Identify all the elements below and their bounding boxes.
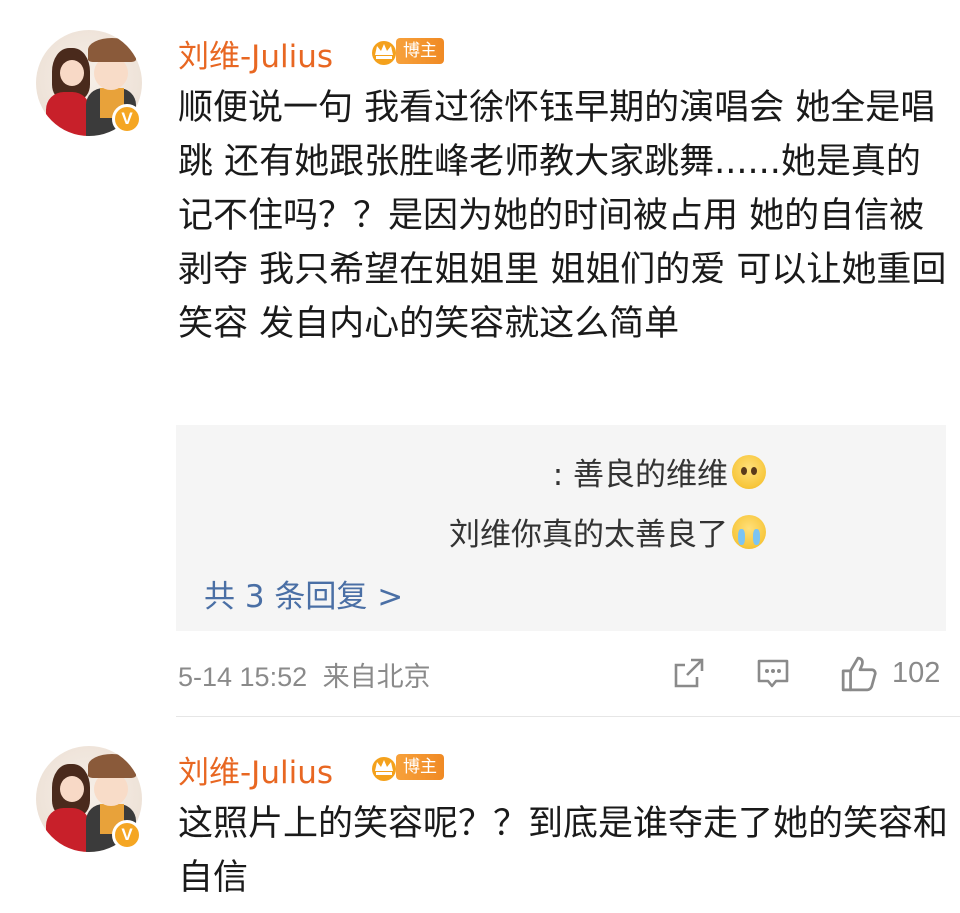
- like-icon[interactable]: [840, 655, 878, 693]
- view-replies-link[interactable]: 共 3 条回复 >: [204, 571, 403, 616]
- location: 来自北京: [322, 662, 431, 692]
- reply-item[interactable]: : 善良的维维: [553, 449, 766, 494]
- share-icon[interactable]: [671, 655, 707, 691]
- reply-text: : 善良的维维: [552, 457, 728, 493]
- comment-text: 顺便说一句 我看过徐怀钰早期的演唱会 她全是唱跳 还有她跟张胜峰老师教大家跳舞.…: [178, 88, 947, 344]
- blogger-badge: 博主: [368, 35, 444, 67]
- crying-face-emoji-icon: [732, 514, 766, 549]
- verified-icon: V: [112, 104, 142, 134]
- crown-icon: [372, 757, 396, 781]
- reply-item[interactable]: 刘维你真的太善良了: [449, 509, 766, 554]
- comment-icon[interactable]: [755, 655, 791, 691]
- crown-icon: [372, 41, 396, 65]
- pleading-face-emoji-icon: [732, 454, 766, 489]
- username[interactable]: 刘维-Julius: [178, 747, 333, 792]
- timestamp: 5-14 15:52: [178, 662, 308, 692]
- comment-text: 这照片上的笑容呢？？到底是谁夺走了她的笑容和自信: [178, 804, 949, 898]
- verified-icon: V: [112, 820, 142, 850]
- blogger-badge: 博主: [368, 751, 444, 783]
- comment-item: V 刘维-Julius 博主 顺便说一句 我看过徐怀钰早期的演唱会 她全是唱跳 …: [0, 0, 960, 717]
- comment-meta: 5-14 15:52 来自北京: [178, 655, 431, 694]
- username[interactable]: 刘维-Julius: [178, 31, 333, 76]
- like-count: 102: [892, 657, 941, 689]
- reply-preview-box[interactable]: : 善良的维维 刘维你真的太善良了 共 3 条回复 >: [176, 425, 946, 631]
- comment-item: V 刘维-Julius 博主 这照片上的笑容呢？？到底是谁夺走了她的笑容和自信: [0, 716, 960, 913]
- reply-text: 刘维你真的太善良了: [449, 517, 728, 553]
